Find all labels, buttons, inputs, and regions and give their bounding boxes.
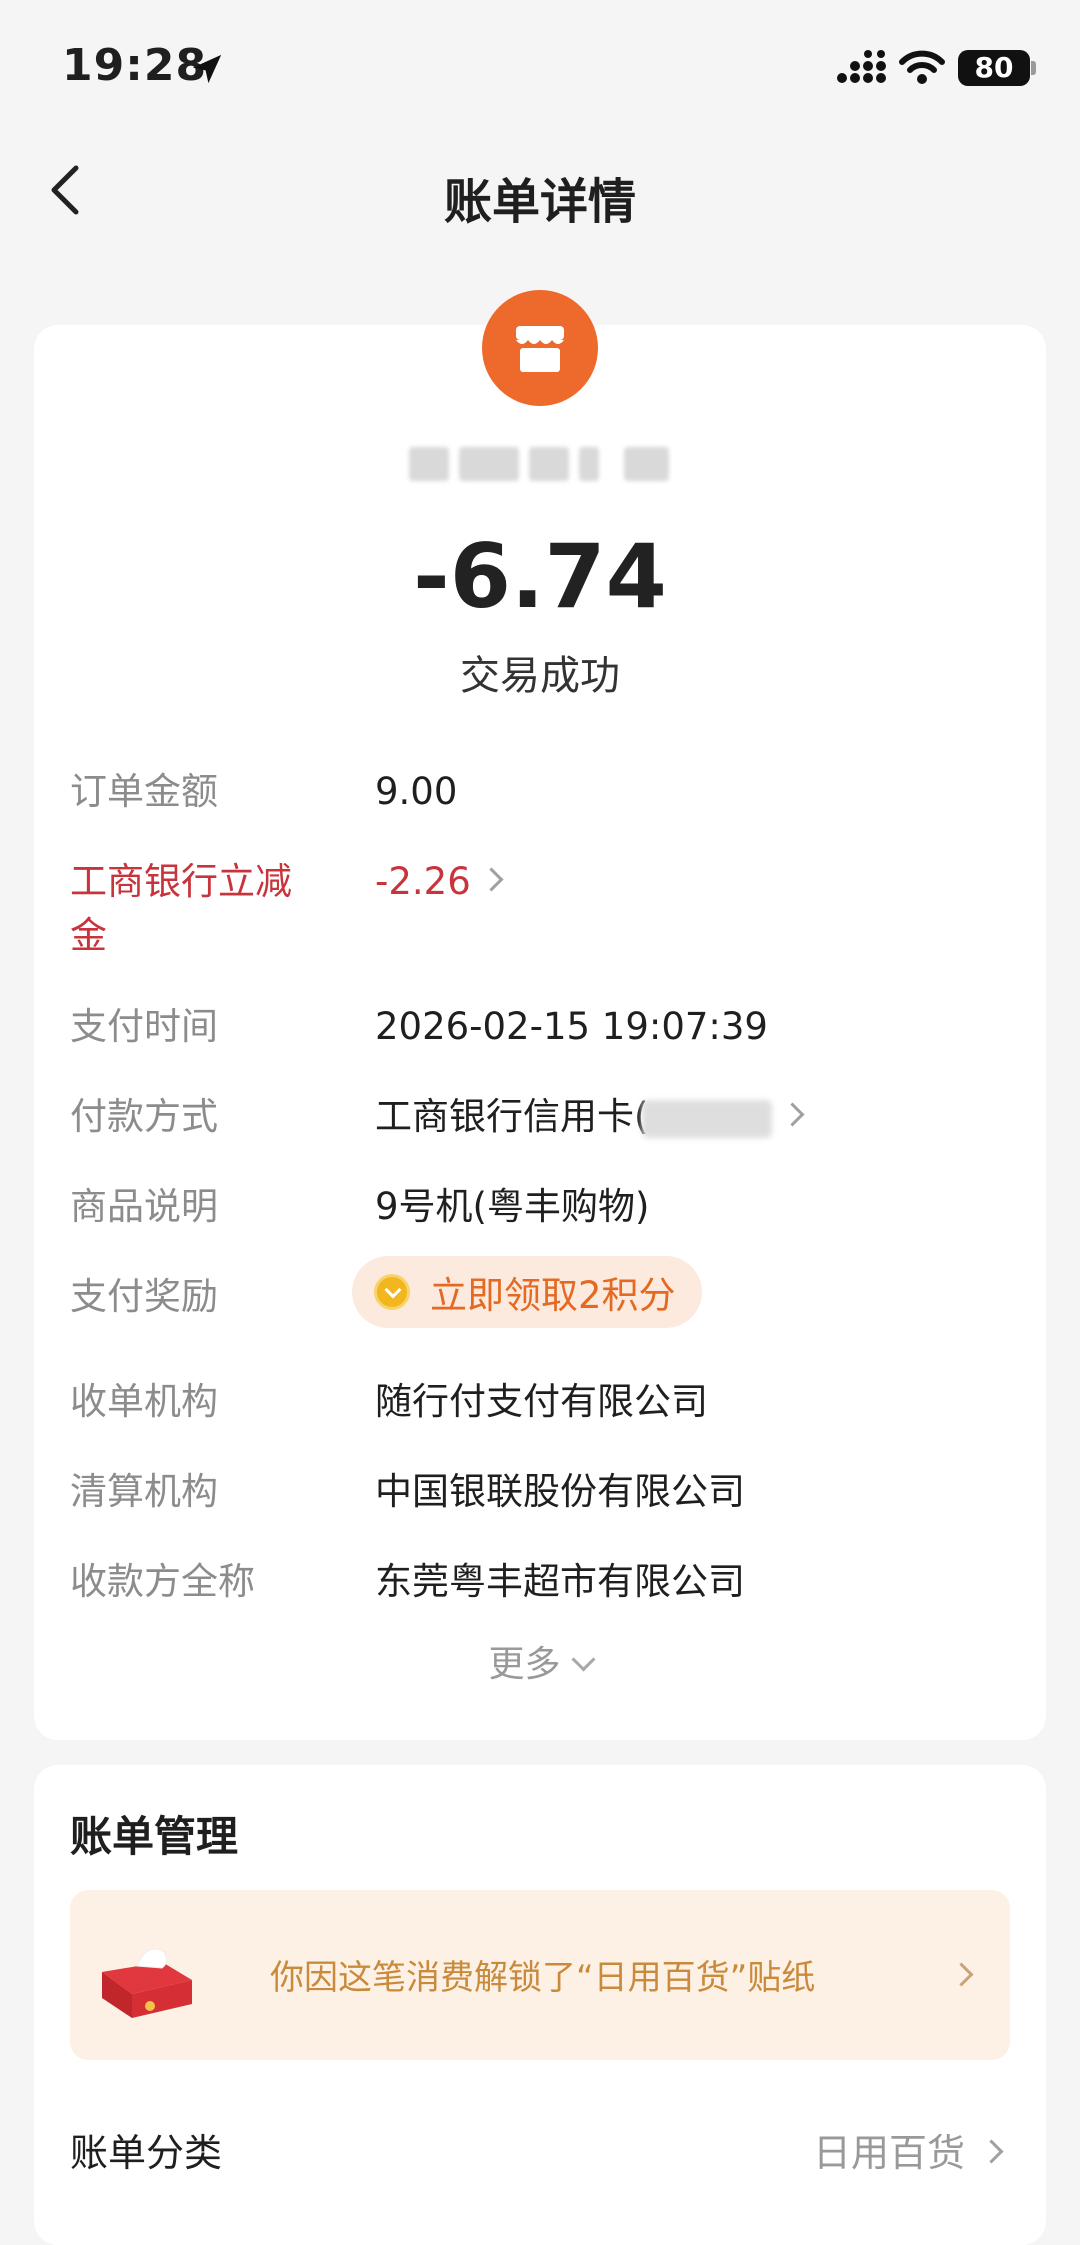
category-value-wrap: 日用百货 [812,2122,1004,2177]
detail-value: 随行付支付有限公司 [375,1380,708,1423]
chevron-down-icon [570,1647,596,1672]
bill-management-card: 账单管理 你因这笔消费解锁了“日用百货”贴纸 账单分类 日用百货 [34,1765,1046,2245]
location-arrow-icon [192,54,222,84]
chevron-right-icon [479,867,504,892]
sticker-unlock-banner[interactable]: 你因这笔消费解锁了“日用百货”贴纸 [70,1890,1010,2060]
status-bar: 19:28 80 [0,0,1080,130]
battery-indicator: 80 [958,50,1030,86]
transaction-amount: -6.74 [413,525,667,628]
chevron-right-icon [979,2139,1004,2164]
detail-value: 2026-02-15 19:07:39 [375,1005,768,1048]
detail-label: 支付奖励 [70,1275,218,1318]
card-number-redacted [642,1099,773,1138]
section-title: 账单管理 [70,1812,239,1861]
nav-bar: 账单详情 [0,140,1080,240]
tissue-box-icon [102,1948,192,2018]
chevron-right-icon [780,1102,805,1127]
status-time: 19:28 [62,40,208,91]
bill-category-row[interactable]: 账单分类 日用百货 [70,2122,1010,2182]
pay-method-value: 工商银行信用卡( [375,1095,649,1138]
battery-tip [1031,61,1036,75]
reward-label: 立即领取2积分 [430,1274,676,1317]
coin-icon [374,1274,410,1310]
category-value: 日用百货 [812,2131,965,2175]
wifi-icon [899,50,945,84]
claim-points-button[interactable]: 立即领取2积分 [352,1256,702,1328]
detail-value: 东莞粤丰超市有限公司 [375,1560,745,1603]
detail-label: 订单金额 [70,770,218,813]
detail-label: 收单机构 [70,1380,218,1423]
detail-value: 9号机(粤丰购物) [375,1185,650,1228]
more-label: 更多 [488,1644,561,1685]
detail-label: 清算机构 [70,1470,218,1513]
banner-text: 你因这笔消费解锁了“日用百货”贴纸 [270,1958,816,1998]
bill-detail-card: -6.74 交易成功 订单金额 9.00 工商银行立减金 -2.26 支付时间 … [34,290,1046,1740]
detail-value: 9.00 [375,770,458,813]
chevron-right-icon [949,1962,974,1987]
cellular-signal-icon [837,50,886,83]
discount-value: -2.26 [375,860,471,903]
more-button[interactable]: 更多 [34,1635,1046,1687]
merchant-name-redacted [409,443,669,483]
detail-label: 付款方式 [70,1095,218,1138]
detail-value-wrap[interactable]: 工商银行信用卡( [375,1090,805,1144]
detail-label: 商品说明 [70,1185,218,1228]
detail-label: 支付时间 [70,1005,218,1048]
detail-value-wrap[interactable]: -2.26 [375,855,504,909]
detail-label: 工商银行立减金 [70,860,292,957]
page-title: 账单详情 [443,174,636,230]
detail-label: 收款方全称 [70,1560,255,1603]
transaction-status: 交易成功 [460,653,620,699]
detail-value: 中国银联股份有限公司 [375,1470,745,1513]
store-icon [516,326,564,372]
merchant-logo [482,290,598,406]
category-label: 账单分类 [70,2131,223,2175]
